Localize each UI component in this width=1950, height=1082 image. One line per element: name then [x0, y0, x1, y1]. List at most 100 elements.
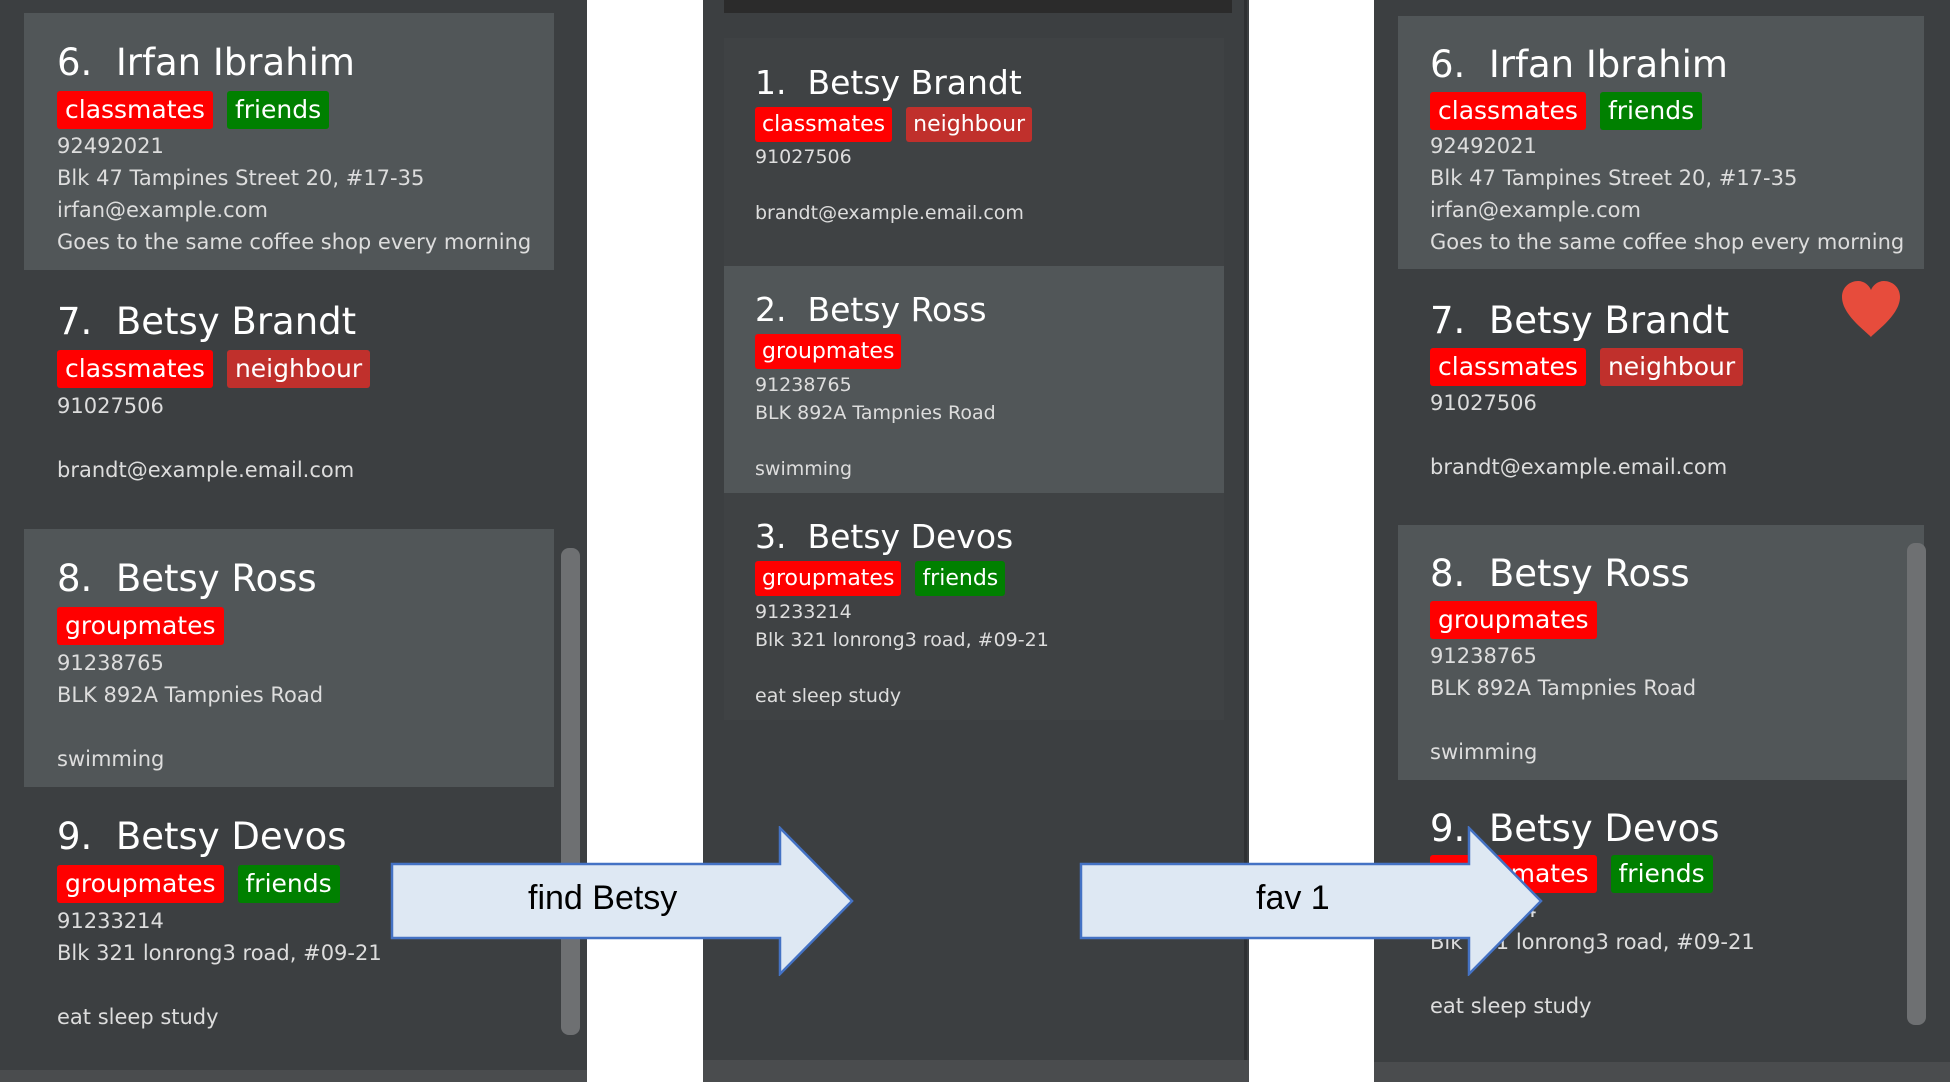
- person-card-name: 2. Betsy Ross: [755, 290, 987, 329]
- person-phone: 91233214: [57, 909, 164, 933]
- person-address: BLK 892A Tampnies Road: [1430, 676, 1697, 700]
- person-phone: 91238765: [1430, 644, 1537, 668]
- heart-icon: [1842, 281, 1900, 337]
- person-card-betsy-devos[interactable]: 3. Betsy Devos groupmates friends 912332…: [724, 493, 1224, 720]
- person-address: Blk 321 lonrong3 road, #09-21: [755, 629, 1049, 651]
- person-remark: swimming: [1430, 740, 1538, 764]
- person-email: brandt@example.email.com: [755, 202, 1024, 224]
- person-remark: Goes to the same coffee shop every morni…: [57, 230, 532, 254]
- person-address: Blk 321 lonrong3 road, #09-21: [57, 941, 382, 965]
- person-card-fullname: Betsy Brandt: [807, 63, 1022, 102]
- tag-list: groupmates friends: [755, 561, 1019, 596]
- person-phone: 92492021: [1430, 134, 1537, 158]
- person-card-name: 8. Betsy Ross: [1430, 552, 1690, 595]
- person-card-irfan-ibrahim[interactable]: 6. Irfan Ibrahim classmates friends 9249…: [24, 13, 554, 270]
- find-command-label: find Betsy: [528, 879, 678, 917]
- tag-friends: friends: [237, 865, 340, 903]
- person-card-betsy-ross[interactable]: 2. Betsy Ross groupmates 91238765 BLK 89…: [724, 266, 1224, 493]
- tag-classmates: classmates: [1430, 348, 1586, 386]
- fav-command-label: fav 1: [1256, 879, 1330, 917]
- person-address: BLK 892A Tampnies Road: [57, 683, 324, 707]
- person-card-fullname: Betsy Devos: [807, 517, 1014, 556]
- person-email: irfan@example.com: [1430, 198, 1641, 222]
- tag-groupmates: groupmates: [1430, 601, 1597, 639]
- person-card-index: 3.: [755, 517, 787, 556]
- person-address: Blk 47 Tampines Street 20, #17-35: [1430, 166, 1798, 190]
- tag-classmates: classmates: [1430, 92, 1586, 130]
- person-card-index: 7.: [57, 300, 93, 343]
- tag-neighbour: neighbour: [1599, 348, 1744, 386]
- tag-list: classmates friends: [57, 91, 343, 129]
- person-phone: 91027506: [57, 394, 164, 418]
- person-card-fullname: Irfan Ibrahim: [1488, 43, 1728, 86]
- tag-friends: friends: [1599, 92, 1703, 130]
- list-top-strip: [0, 0, 587, 13]
- person-card-index: 8.: [1430, 552, 1466, 595]
- person-card-irfan-ibrahim[interactable]: 6. Irfan Ibrahim classmates friends 9249…: [1398, 16, 1924, 269]
- person-card-index: 1.: [755, 63, 787, 102]
- tag-list: classmates neighbour: [1430, 348, 1757, 386]
- person-card-name: 7. Betsy Brandt: [57, 300, 356, 343]
- person-remark: eat sleep study: [1430, 994, 1592, 1018]
- person-phone: 91233214: [755, 601, 852, 623]
- tag-classmates: classmates: [57, 350, 213, 388]
- command-box-strip: [724, 0, 1232, 13]
- person-card-index: 9.: [57, 815, 93, 858]
- person-email: brandt@example.email.com: [57, 458, 355, 482]
- person-phone: 91238765: [57, 651, 164, 675]
- person-card-betsy-ross[interactable]: 8. Betsy Ross groupmates 91238765 BLK 89…: [24, 529, 554, 787]
- tag-list: groupmates: [57, 607, 238, 645]
- tag-list: classmates friends: [1430, 92, 1716, 130]
- person-card-name: 7. Betsy Brandt: [1430, 299, 1729, 342]
- person-phone: 91027506: [755, 146, 852, 168]
- person-card-betsy-ross[interactable]: 8. Betsy Ross groupmates 91238765 BLK 89…: [1398, 525, 1924, 780]
- person-remark: Goes to the same coffee shop every morni…: [1430, 230, 1905, 254]
- person-card-fullname: Betsy Ross: [807, 290, 987, 329]
- tag-classmates: classmates: [755, 107, 893, 142]
- person-remark: eat sleep study: [57, 1005, 219, 1029]
- person-card-betsy-brandt[interactable]: 1. Betsy Brandt classmates neighbour 910…: [724, 38, 1224, 266]
- person-remark: eat sleep study: [755, 685, 902, 707]
- person-address: Blk 47 Tampines Street 20, #17-35: [57, 166, 425, 190]
- person-card-betsy-brandt[interactable]: 7. Betsy Brandt classmates neighbour 910…: [1398, 269, 1924, 525]
- person-card-name: 3. Betsy Devos: [755, 517, 1013, 556]
- tag-neighbour: neighbour: [226, 350, 371, 388]
- status-bar: [1374, 1062, 1950, 1082]
- status-bar: [703, 1060, 1249, 1082]
- tag-groupmates: groupmates: [57, 865, 224, 903]
- person-card-betsy-brandt[interactable]: 7. Betsy Brandt classmates neighbour 910…: [24, 270, 554, 529]
- scrollbar-thumb[interactable]: [1907, 543, 1926, 1025]
- person-remark: swimming: [57, 747, 165, 771]
- person-card-index: 6.: [57, 41, 93, 84]
- person-card-fullname: Betsy Ross: [115, 557, 317, 600]
- tag-groupmates: groupmates: [57, 607, 224, 645]
- person-card-name: 6. Irfan Ibrahim: [57, 41, 355, 84]
- person-card-name: 6. Irfan Ibrahim: [1430, 43, 1728, 86]
- person-card-fullname: Betsy Brandt: [1488, 299, 1730, 342]
- person-card-fullname: Betsy Ross: [1488, 552, 1690, 595]
- person-card-fullname: Betsy Devos: [115, 815, 347, 858]
- tag-friends: friends: [915, 561, 1006, 596]
- status-bar: [0, 1070, 587, 1082]
- person-phone: 92492021: [57, 134, 164, 158]
- person-card-name: 9. Betsy Devos: [57, 815, 347, 858]
- person-card-name: 8. Betsy Ross: [57, 557, 317, 600]
- person-phone: 91027506: [1430, 391, 1537, 415]
- person-card-index: 8.: [57, 557, 93, 600]
- tag-list: classmates neighbour: [57, 350, 384, 388]
- tag-neighbour: neighbour: [906, 107, 1033, 142]
- person-card-fullname: Betsy Brandt: [115, 300, 357, 343]
- person-card-index: 2.: [755, 290, 787, 329]
- tag-friends: friends: [226, 91, 330, 129]
- person-phone: 91238765: [755, 374, 852, 396]
- person-address: BLK 892A Tampnies Road: [755, 402, 996, 424]
- tag-friends: friends: [1610, 855, 1713, 893]
- tag-list: groupmates friends: [57, 865, 354, 903]
- person-card-fullname: Irfan Ibrahim: [115, 41, 355, 84]
- person-card-index: 7.: [1430, 299, 1466, 342]
- tag-list: groupmates: [755, 334, 915, 369]
- person-remark: swimming: [755, 458, 853, 480]
- tag-list: classmates neighbour: [755, 107, 1046, 142]
- tag-groupmates: groupmates: [755, 561, 902, 596]
- person-card-name: 1. Betsy Brandt: [755, 63, 1022, 102]
